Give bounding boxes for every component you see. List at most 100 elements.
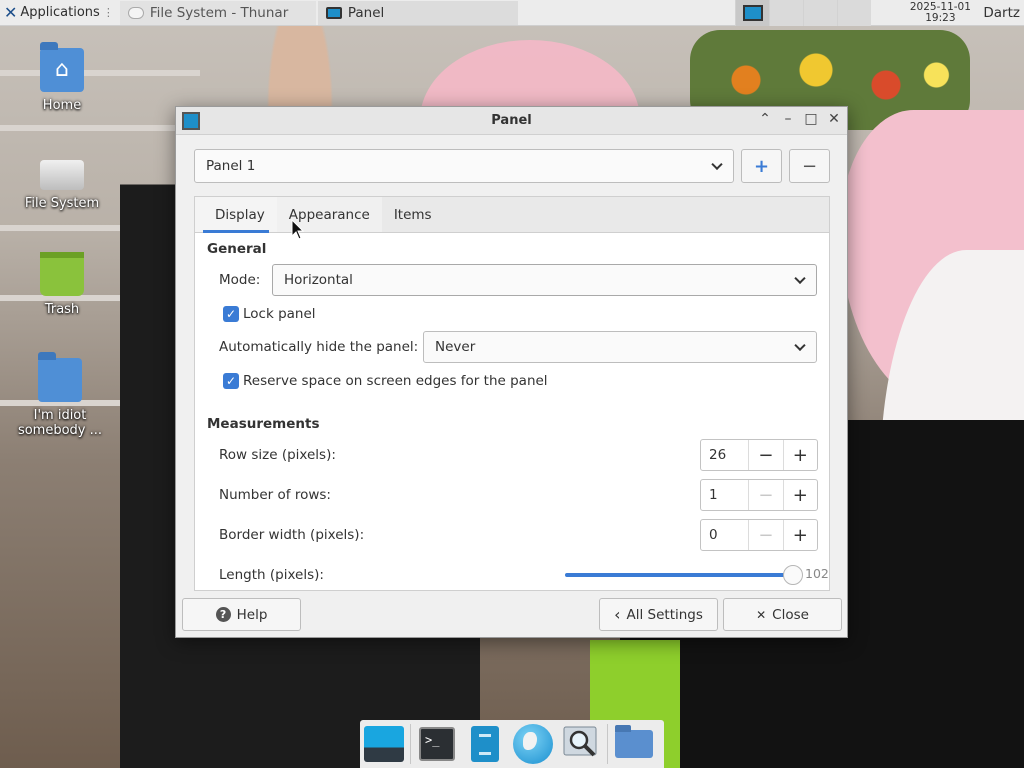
terminal-icon: >_: [419, 727, 455, 761]
desktop-icon-file-system[interactable]: File System: [7, 150, 117, 211]
rows-spinner[interactable]: 1 − +: [700, 479, 818, 511]
rows-value[interactable]: 1: [701, 480, 748, 510]
search-launcher[interactable]: [559, 722, 603, 766]
checkmark-icon: ✓: [225, 374, 237, 388]
dialog-titlebar[interactable]: Panel ⌃ – □ ✕: [176, 107, 847, 135]
file-manager-launcher[interactable]: [463, 722, 507, 766]
measurements-heading: Measurements: [207, 416, 320, 432]
show-desktop-button[interactable]: [362, 722, 406, 766]
border-width-spinner[interactable]: 0 − +: [700, 519, 818, 551]
help-button-label: Help: [236, 606, 268, 623]
terminal-launcher[interactable]: >_: [415, 722, 459, 766]
increment-button[interactable]: +: [782, 440, 817, 470]
border-width-value[interactable]: 0: [701, 520, 748, 550]
workspace-4[interactable]: [837, 0, 872, 26]
close-button-label: Close: [772, 606, 809, 623]
desktop-icon-folder[interactable]: I'm idiot somebody ...: [7, 352, 113, 438]
bottom-dock: >_: [360, 720, 664, 768]
autohide-label: Automatically hide the panel:: [219, 339, 419, 355]
chevron-down-icon: [711, 158, 723, 171]
web-browser-icon: [513, 724, 553, 764]
taskbar-item-panel[interactable]: Panel: [317, 0, 518, 25]
row-size-value[interactable]: 26: [701, 440, 748, 470]
mode-select[interactable]: Horizontal: [272, 264, 817, 296]
decrement-button[interactable]: −: [748, 440, 782, 470]
clock[interactable]: 2025-11-01 19:23: [901, 0, 979, 24]
dock-separator: [410, 724, 411, 764]
length-slider[interactable]: [565, 573, 793, 577]
web-browser-launcher[interactable]: [511, 722, 555, 766]
drive-icon: [127, 6, 144, 19]
mode-label: Mode:: [219, 272, 261, 288]
decrement-button[interactable]: −: [748, 480, 782, 510]
file-manager-icon: [471, 726, 499, 762]
decrement-button[interactable]: −: [748, 520, 782, 550]
search-icon: [563, 726, 597, 757]
roll-up-icon[interactable]: ⌃: [756, 111, 774, 127]
workspace-2[interactable]: [769, 0, 804, 26]
border-width-label: Border width (pixels):: [219, 527, 365, 543]
workspace-switcher: [735, 0, 872, 26]
lock-panel-checkbox[interactable]: ✓: [223, 306, 239, 322]
trash-icon: [40, 252, 84, 296]
mouse-pointer-icon: [291, 219, 305, 240]
autohide-select[interactable]: Never: [423, 331, 817, 363]
increment-button[interactable]: +: [782, 480, 817, 510]
autohide-select-value: Never: [435, 339, 476, 355]
checkmark-icon: ✓: [225, 307, 237, 321]
workspace-1[interactable]: [735, 0, 770, 26]
chevron-down-icon: [794, 339, 806, 352]
taskbar-item-label: Panel: [347, 4, 385, 21]
desktop-icon-home[interactable]: ⌂ Home: [7, 42, 117, 113]
length-slider-handle[interactable]: [783, 565, 803, 585]
settings-notebook: Display Appearance Items General Mode: H…: [194, 196, 830, 591]
help-icon: ?: [215, 607, 231, 622]
tab-items[interactable]: Items: [382, 197, 444, 232]
maximize-icon[interactable]: □: [802, 111, 820, 127]
row-size-spinner[interactable]: 26 − +: [700, 439, 818, 471]
desktop-icon-label: File System: [24, 196, 100, 211]
length-value: 1024: [805, 566, 829, 581]
remove-panel-button[interactable]: −: [789, 149, 830, 183]
row-size-label: Row size (pixels):: [219, 447, 336, 463]
home-folder-icon: ⌂: [40, 42, 84, 92]
close-icon[interactable]: ✕: [825, 111, 843, 127]
desktop-icon-trash[interactable]: Trash: [7, 252, 117, 317]
applications-menu-button[interactable]: ✕ Applications ⋮: [0, 0, 118, 26]
tab-display[interactable]: Display: [195, 197, 277, 233]
minimize-icon[interactable]: –: [779, 111, 797, 127]
help-button[interactable]: ? Help: [182, 598, 301, 631]
panel-preferences-dialog: Panel ⌃ – □ ✕ Panel 1 + − Display Appear…: [175, 106, 848, 638]
menu-handle-icon: ⋮: [102, 6, 114, 19]
clock-date: 2025-11-01: [909, 0, 971, 13]
clock-time: 19:23: [925, 11, 956, 24]
rows-label: Number of rows:: [219, 487, 331, 503]
panel-select[interactable]: Panel 1: [194, 149, 734, 183]
dialog-title: Panel: [491, 113, 532, 128]
reserve-space-checkbox[interactable]: ✓: [223, 373, 239, 389]
close-button[interactable]: ✕ Close: [723, 598, 842, 631]
close-icon: ✕: [756, 607, 767, 622]
general-heading: General: [207, 241, 267, 257]
reserve-space-label[interactable]: Reserve space on screen edges for the pa…: [243, 373, 548, 389]
mode-select-value: Horizontal: [284, 272, 353, 288]
show-desktop-icon: [364, 726, 404, 762]
workspace-3[interactable]: [803, 0, 838, 26]
panel-window-icon: [742, 4, 763, 21]
panel-app-icon: [182, 112, 200, 130]
dock-separator: [607, 724, 608, 764]
all-settings-button-label: All Settings: [626, 606, 703, 623]
add-panel-button[interactable]: +: [741, 149, 782, 183]
folder-launcher[interactable]: [612, 722, 656, 766]
taskbar-item-thunar[interactable]: File System - Thunar: [119, 0, 316, 25]
lock-panel-label[interactable]: Lock panel: [243, 306, 316, 322]
user-menu[interactable]: Dartz: [979, 5, 1024, 21]
applications-label: Applications: [20, 5, 100, 20]
panel-icon: [325, 6, 342, 19]
desktop-icon-label: Trash: [44, 302, 80, 317]
top-panel: ✕ Applications ⋮ File System - Thunar Pa…: [0, 0, 1024, 26]
length-label: Length (pixels):: [219, 567, 324, 583]
drive-icon: [40, 160, 84, 190]
all-settings-button[interactable]: ‹ All Settings: [599, 598, 718, 631]
increment-button[interactable]: +: [782, 520, 817, 550]
